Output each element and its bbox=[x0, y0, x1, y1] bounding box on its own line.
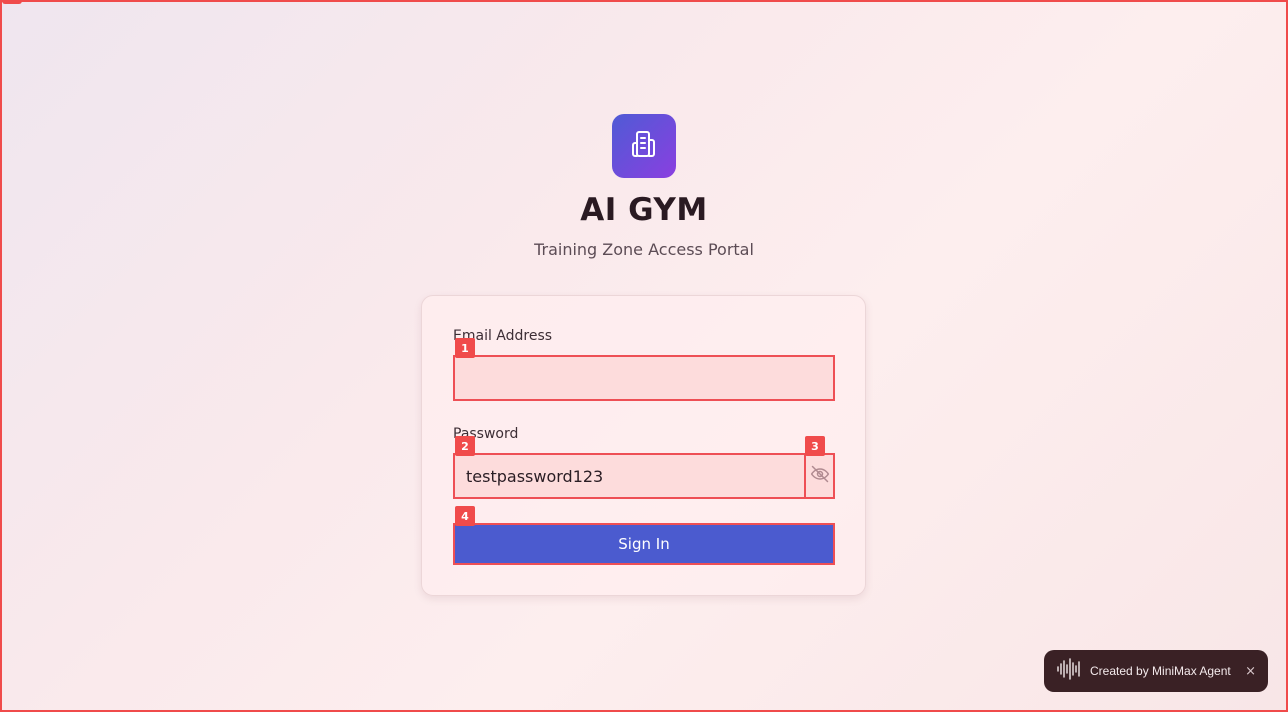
email-field[interactable] bbox=[453, 355, 835, 401]
page-subtitle: Training Zone Access Portal bbox=[534, 240, 754, 259]
marker-4: 4 bbox=[455, 506, 475, 526]
building-icon bbox=[628, 128, 660, 164]
eye-off-icon bbox=[810, 464, 830, 488]
toggle-password-visibility-button[interactable] bbox=[804, 453, 835, 499]
sign-in-button[interactable]: Sign In bbox=[453, 523, 835, 565]
badge-text: Created by MiniMax Agent bbox=[1090, 664, 1231, 678]
app-logo bbox=[612, 114, 676, 178]
created-by-badge[interactable]: Created by MiniMax Agent × bbox=[1044, 650, 1268, 692]
badge-close-button[interactable]: × bbox=[1245, 664, 1256, 679]
waveform-icon bbox=[1056, 658, 1082, 684]
marker-3: 3 bbox=[805, 436, 825, 456]
corner-marker bbox=[2, 0, 22, 4]
marker-1: 1 bbox=[455, 338, 475, 358]
page-title: AI GYM bbox=[580, 192, 708, 228]
password-field[interactable]: testpassword123 bbox=[453, 453, 806, 499]
marker-2: 2 bbox=[455, 436, 475, 456]
